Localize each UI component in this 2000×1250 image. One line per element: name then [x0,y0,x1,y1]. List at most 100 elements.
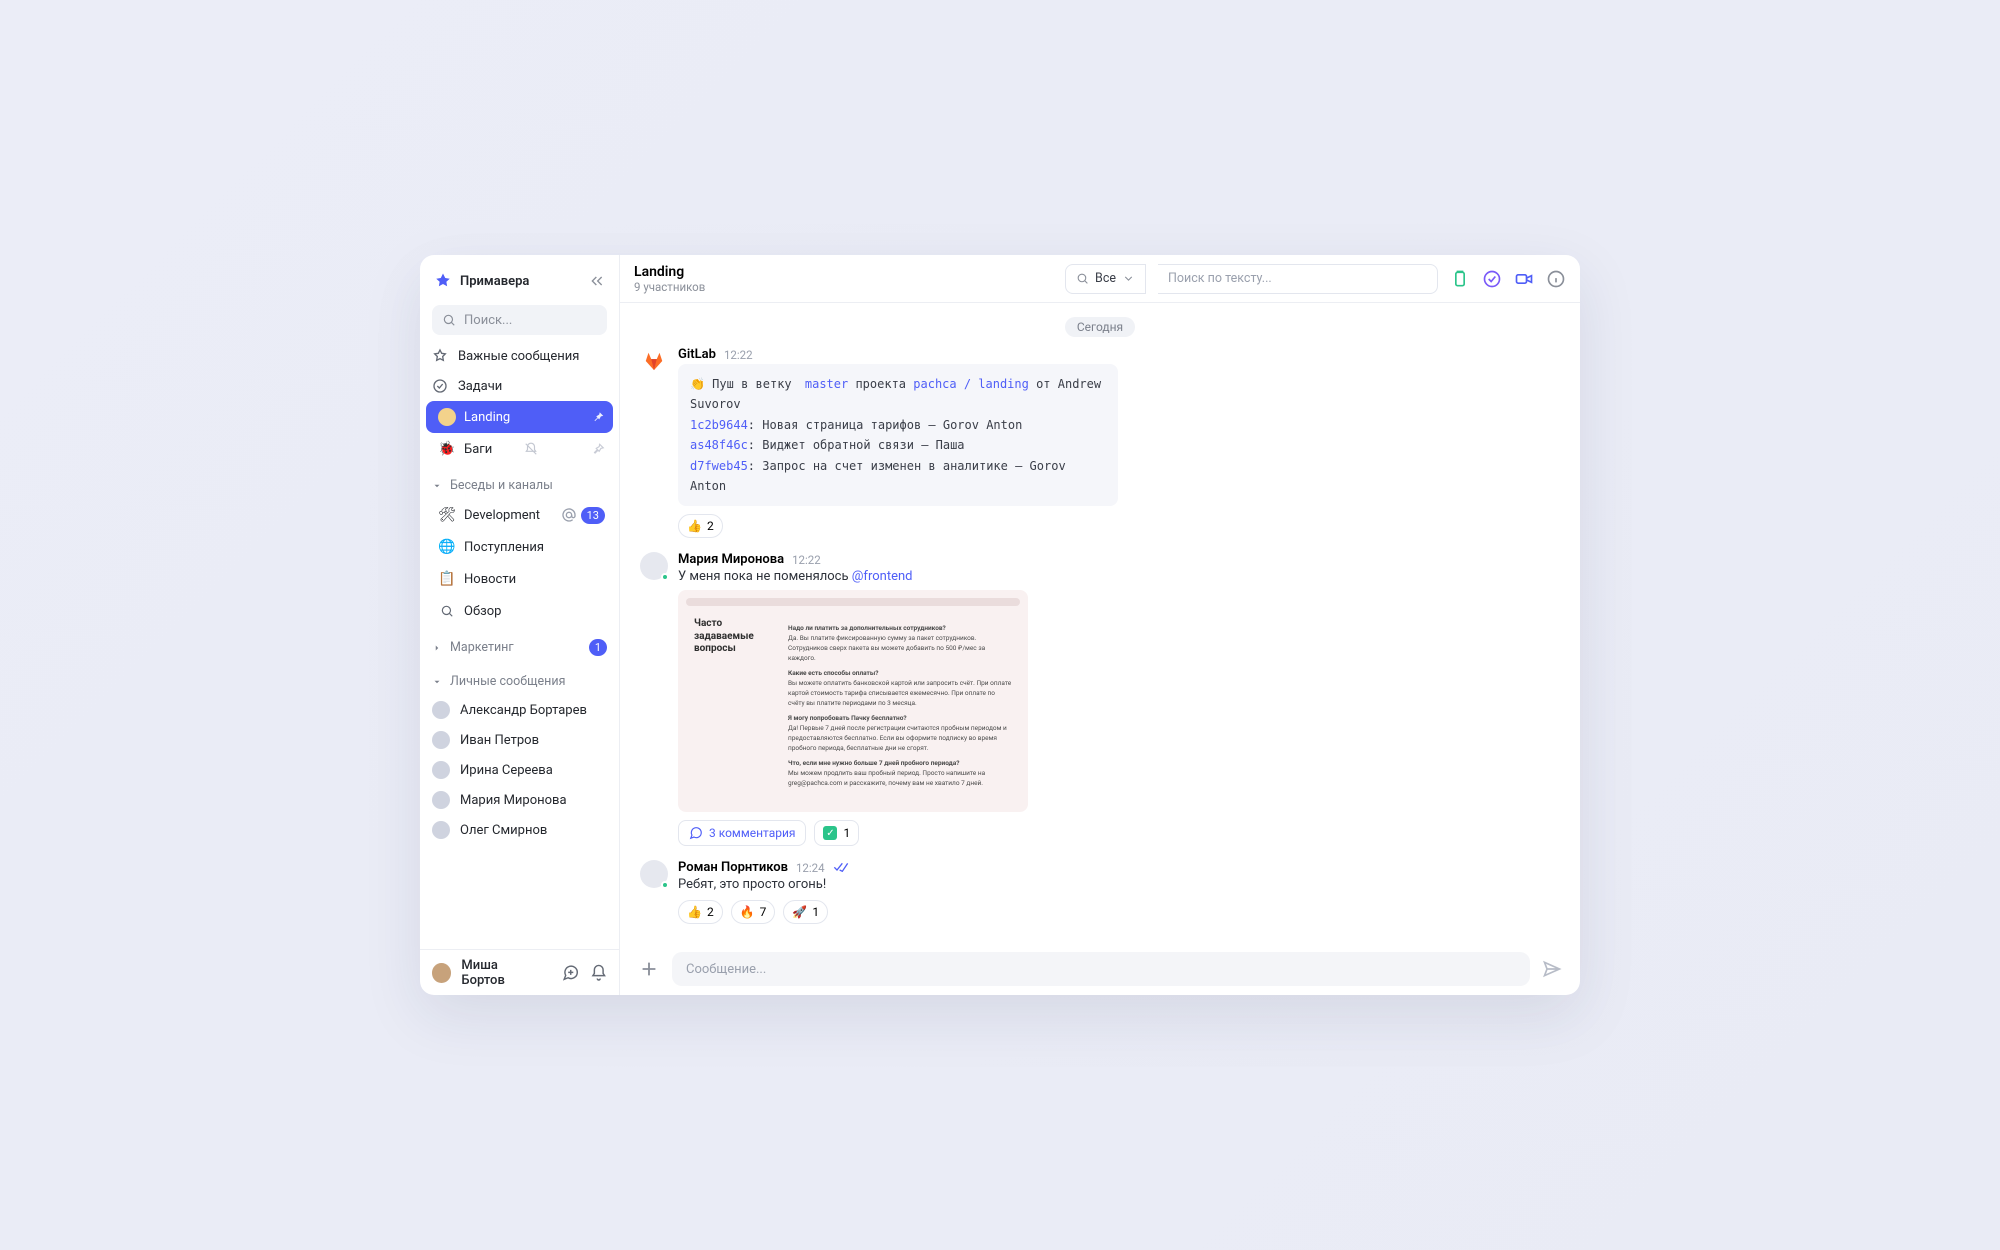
avatar [640,860,668,888]
clipboard-icon[interactable] [1450,269,1470,289]
caret-down-icon [432,676,442,686]
avatar [432,731,450,749]
message-time: 12:22 [792,553,821,567]
channel-landing-icon [438,408,456,426]
mention-link[interactable]: @frontend [852,569,913,584]
channel-development[interactable]: 🛠 Development 13 [426,499,613,531]
tools-icon: 🛠 [438,506,456,524]
workspace-switcher[interactable]: Примавера [432,265,607,297]
me-avatar[interactable] [432,963,451,983]
app-window: Примавера Поиск... Важные сообщения Зада… [420,255,1580,995]
reaction-rocket[interactable]: 🚀 1 [783,900,828,924]
check-circle-icon [432,378,448,394]
star-icon [432,348,448,364]
filter-dropdown[interactable]: Все [1065,264,1146,294]
dm-item[interactable]: Мария Миронова [420,785,619,815]
clipboard-icon: 📋 [438,570,456,588]
muted-icon [524,442,538,456]
sidebar: Примавера Поиск... Важные сообщения Зада… [420,255,620,995]
caret-right-icon [432,642,442,652]
gitlab-avatar [640,347,668,375]
avatar [432,791,450,809]
gitlab-icon [643,350,665,372]
channel-header: Landing 9 участников Все Поиск по тексту… [620,255,1580,303]
section-marketing-header[interactable]: Маркетинг 1 [420,633,619,661]
unread-badge: 13 [581,507,605,524]
nav-important[interactable]: Важные сообщения [420,341,619,371]
workspace-logo-icon [434,272,452,290]
me-name[interactable]: Миша Бортов [461,958,542,988]
day-divider: Сегодня [640,317,1560,337]
commit-sha[interactable]: as48f46c [690,438,748,452]
avatar [432,761,450,779]
search-icon [442,313,456,327]
avatar [640,552,668,580]
channel-review[interactable]: Обзор [426,595,613,627]
sidebar-search[interactable]: Поиск... [432,305,607,335]
author-name: GitLab [678,347,716,362]
main-panel: Landing 9 участников Все Поиск по тексту… [620,255,1580,995]
mention-icon [561,507,577,523]
collapse-sidebar-icon[interactable] [589,273,605,289]
read-receipt-icon [833,862,849,874]
bell-icon[interactable] [590,964,607,982]
message-time: 12:22 [724,348,753,362]
message-maria: Мария Миронова 12:22 У меня пока не поме… [640,552,1560,846]
pin-outline-icon[interactable] [591,442,605,456]
author-name: Роман Порнтиков [678,860,788,875]
composer-bar: Сообщение... [620,943,1580,995]
info-icon[interactable] [1546,269,1566,289]
dm-item[interactable]: Александр Бортарев [420,695,619,725]
message-list[interactable]: Сегодня GitLab 12:22 👏 Пуш в ветку maste… [620,303,1580,943]
video-call-icon[interactable] [1514,269,1534,289]
section-channels-header[interactable]: Беседы и каналы [420,471,619,499]
check-square-icon: ✓ [823,826,837,840]
bug-icon: 🐞 [438,440,456,458]
dm-item[interactable]: Иван Петров [420,725,619,755]
avatar [432,821,450,839]
nav-tasks[interactable]: Задачи [420,371,619,401]
reaction-fire[interactable]: 🔥 7 [731,900,776,924]
dm-item[interactable]: Ирина Сереева [420,755,619,785]
author-name: Мария Миронова [678,552,784,567]
reaction-thumbs-up[interactable]: 👍 2 [678,514,723,538]
commit-sha[interactable]: 1c2b9644 [690,418,748,432]
unread-badge: 1 [589,639,607,656]
new-message-icon[interactable] [562,964,579,982]
message-time: 12:24 [796,861,825,875]
message-gitlab: GitLab 12:22 👏 Пуш в ветку master проект… [640,347,1560,538]
task-check-icon[interactable] [1482,269,1502,289]
attach-button[interactable] [638,958,660,980]
commit-sha[interactable]: d7fweb45 [690,459,748,473]
message-text: Ребят, это просто огонь! [678,877,1560,892]
send-button[interactable] [1542,959,1562,979]
gitlab-push-card: 👏 Пуш в ветку master проекта pachca / la… [678,364,1118,506]
thread-button[interactable]: 3 комментария [678,820,806,846]
reaction-thumbs-up[interactable]: 👍 2 [678,900,723,924]
avatar [432,701,450,719]
composer-input[interactable]: Сообщение... [672,952,1530,986]
globe-icon: 🌐 [438,538,456,556]
channel-bugs[interactable]: 🐞 Баги [426,433,613,465]
thread-icon [689,826,703,840]
sidebar-footer: Миша Бортов [420,949,619,995]
presence-online-icon [661,573,669,581]
channel-inbox[interactable]: 🌐 Поступления [426,531,613,563]
search-icon [1076,272,1089,285]
section-dm-header[interactable]: Личные сообщения [420,667,619,695]
message-search-input[interactable]: Поиск по тексту... [1158,264,1438,294]
reaction-check[interactable]: ✓ 1 [814,820,859,846]
message-roman: Роман Порнтиков 12:24 Ребят, это просто … [640,860,1560,924]
channel-news[interactable]: 📋 Новости [426,563,613,595]
pin-icon [591,410,605,424]
search-small-icon [438,602,456,620]
channel-landing[interactable]: Landing [426,401,613,433]
channel-subtitle[interactable]: 9 участников [634,280,705,294]
caret-down-icon [432,480,442,490]
dm-item[interactable]: Олег Смирнов [420,815,619,845]
presence-online-icon [661,881,669,889]
sidebar-search-placeholder: Поиск... [464,313,512,328]
chevron-down-icon [1122,272,1135,285]
image-attachment[interactable]: Часто задаваемые вопросы Надо ли платить… [678,590,1028,812]
message-text: У меня пока не поменялось @frontend [678,569,1560,584]
